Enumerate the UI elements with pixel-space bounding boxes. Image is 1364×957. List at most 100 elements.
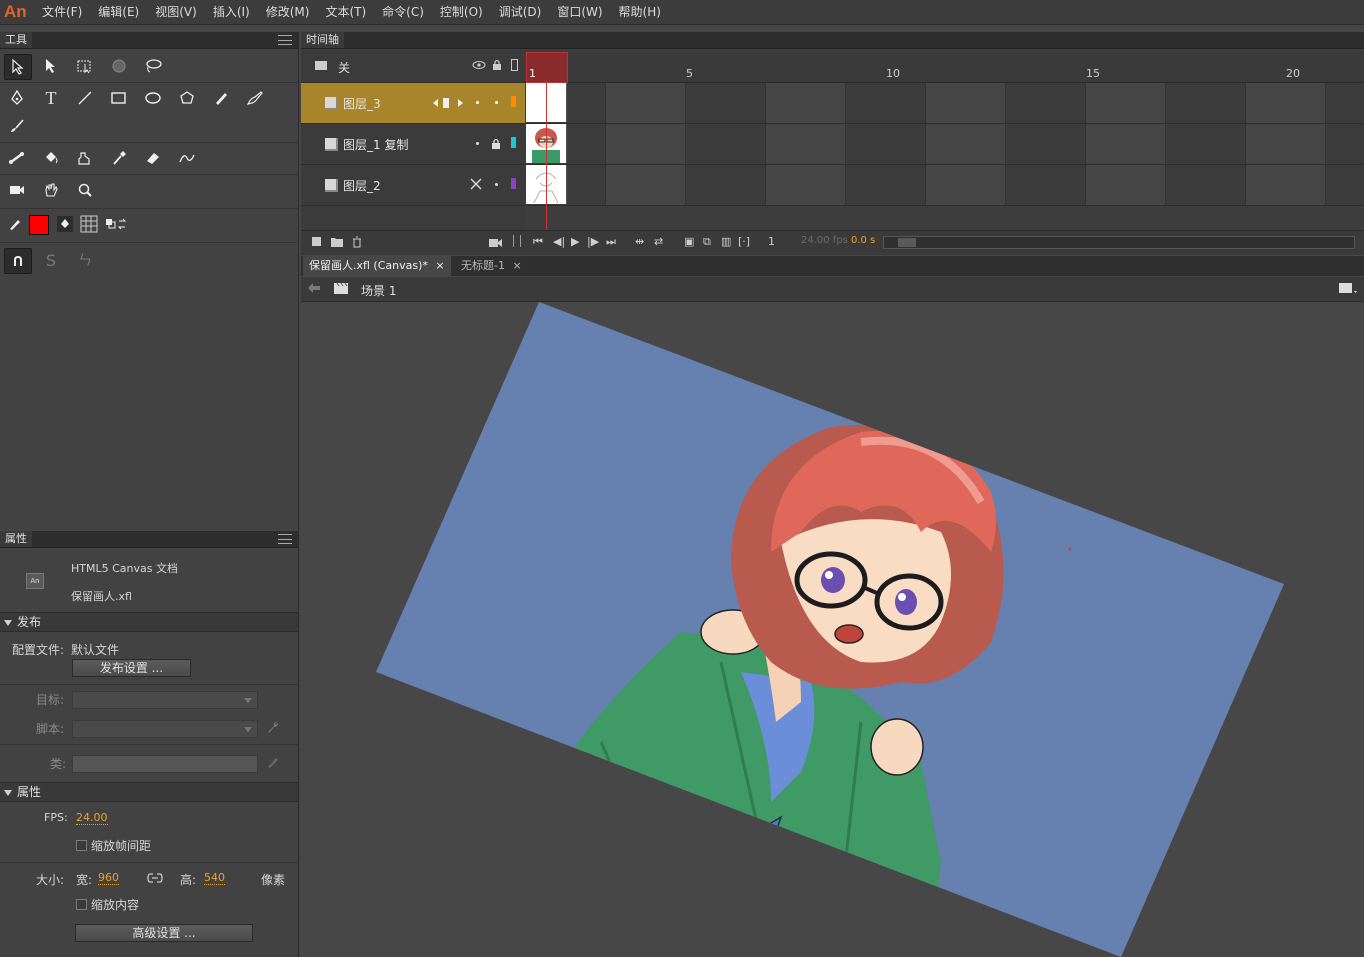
advanced-settings-button[interactable]: 高级设置 ... <box>75 924 253 942</box>
properties-section-header[interactable]: 属性 <box>0 782 298 802</box>
subselection-tool-icon[interactable] <box>38 54 64 78</box>
paint-brush-tool-icon[interactable] <box>242 86 268 110</box>
frame-rate[interactable]: 24.00 fps <box>801 235 848 246</box>
scale-content-checkbox[interactable] <box>76 899 87 910</box>
modify-onion-markers-icon[interactable]: [·] <box>738 235 750 248</box>
frame-row[interactable] <box>526 124 1364 165</box>
elapsed-time[interactable]: 0.0 s <box>851 235 875 246</box>
menu-window[interactable]: 窗口(W) <box>549 0 610 24</box>
current-frame[interactable]: 1 <box>768 235 775 248</box>
layer-color-tag[interactable] <box>511 137 516 148</box>
polystar-tool-icon[interactable] <box>174 86 200 110</box>
fill-color-swatch[interactable] <box>30 216 48 234</box>
eye-icon[interactable] <box>472 59 486 74</box>
ink-bottle-tool-icon[interactable] <box>72 146 98 170</box>
camera-icon[interactable] <box>489 237 503 251</box>
close-tab-icon[interactable]: × <box>435 259 444 272</box>
scrollbar-thumb[interactable] <box>898 238 916 247</box>
stroke-color-pencil-icon[interactable] <box>2 212 28 236</box>
menu-view[interactable]: 视图(V) <box>147 0 205 24</box>
menu-modify[interactable]: 修改(M) <box>258 0 318 24</box>
back-arrow-icon[interactable] <box>307 282 321 297</box>
pen-tool-icon[interactable] <box>4 86 30 110</box>
lock-dot[interactable] <box>495 101 498 104</box>
3d-rotation-tool-icon[interactable] <box>106 54 132 78</box>
loop-icon[interactable]: ⇄ <box>654 235 663 248</box>
onion-skin-icon[interactable]: ▣ <box>684 235 694 248</box>
selection-tool-icon[interactable] <box>4 54 32 80</box>
delete-layer-icon[interactable] <box>351 236 363 251</box>
menu-insert[interactable]: 插入(I) <box>205 0 258 24</box>
publish-settings-button[interactable]: 发布设置 ... <box>72 659 191 677</box>
menu-debug[interactable]: 调试(D) <box>491 0 550 24</box>
go-to-first-frame-icon[interactable]: ⏮ <box>533 235 543 249</box>
panel-menu-icon[interactable] <box>278 35 292 45</box>
frames-area[interactable]: 1 5 10 15 20 <box>526 52 1364 230</box>
menu-edit[interactable]: 编辑(E) <box>90 0 147 24</box>
lasso-tool-icon[interactable] <box>140 54 166 78</box>
panel-menu-icon[interactable] <box>278 534 292 544</box>
lock-dot[interactable] <box>495 183 498 186</box>
edit-multiple-frames-icon[interactable]: ▥ <box>721 235 731 248</box>
menu-file[interactable]: 文件(F) <box>34 0 90 24</box>
new-folder-icon[interactable] <box>330 236 344 251</box>
frame-row[interactable] <box>526 165 1364 206</box>
brush-tool-icon[interactable] <box>4 114 30 138</box>
frame-row[interactable] <box>526 83 1364 124</box>
stage-canvas[interactable] <box>301 302 1364 957</box>
step-back-icon[interactable]: ◀| <box>553 235 565 248</box>
frame-ruler[interactable]: 1 5 10 15 20 <box>526 52 1364 83</box>
no-color-icon[interactable] <box>76 212 102 236</box>
hidden-layer-x-icon[interactable] <box>469 177 483 194</box>
target-dropdown[interactable] <box>72 691 258 709</box>
fps-value[interactable]: 24.00 <box>76 811 108 825</box>
layer-name[interactable]: 图层_3 <box>343 95 381 112</box>
lock-icon[interactable] <box>491 58 503 74</box>
text-tool-icon[interactable]: T <box>38 86 64 110</box>
layer-name[interactable]: 图层_2 <box>343 177 381 194</box>
oval-tool-icon[interactable] <box>140 86 166 110</box>
class-input[interactable] <box>72 755 258 773</box>
link-dimensions-icon[interactable] <box>147 871 163 888</box>
center-frame-icon[interactable]: ⇹ <box>635 235 644 248</box>
height-value[interactable]: 540 <box>204 871 225 885</box>
layer-row[interactable]: 图层_3 <box>301 83 525 124</box>
paint-bucket-tool-icon[interactable] <box>38 146 64 170</box>
free-transform-tool-icon[interactable] <box>72 54 98 78</box>
straighten-icon[interactable]: ㄣ <box>72 248 98 272</box>
layer-name[interactable]: 图层_1 复制 <box>343 136 408 153</box>
bone-tool-icon[interactable] <box>4 146 30 170</box>
close-tab-icon[interactable]: × <box>512 259 521 272</box>
fill-bucket-icon[interactable] <box>52 212 78 236</box>
pencil-tool-icon[interactable] <box>208 86 234 110</box>
zoom-tool-icon[interactable] <box>72 178 98 202</box>
line-tool-icon[interactable] <box>72 86 98 110</box>
new-layer-icon[interactable] <box>311 236 323 251</box>
go-to-last-frame-icon[interactable]: ⏭ <box>606 235 616 249</box>
layer-row[interactable]: 图层_2 <box>301 165 525 206</box>
edit-class-pencil-icon[interactable] <box>266 755 280 772</box>
visibility-dot[interactable] <box>476 142 479 145</box>
menu-text[interactable]: 文本(T) <box>317 0 374 24</box>
script-dropdown[interactable] <box>72 720 258 738</box>
width-value[interactable]: 960 <box>98 871 119 885</box>
scale-spans-checkbox[interactable] <box>76 840 87 851</box>
layer-row[interactable]: 图层_1 复制 <box>301 124 525 165</box>
edit-scene-icon[interactable] <box>1338 281 1358 298</box>
stroke-color-swatch[interactable] <box>29 215 49 235</box>
rectangle-tool-icon[interactable] <box>106 86 132 110</box>
timeline-scrollbar[interactable] <box>883 236 1355 249</box>
document-tab[interactable]: 无标题-1 × <box>455 256 528 276</box>
snap-to-objects-icon[interactable] <box>4 248 32 274</box>
play-icon[interactable]: ▶ <box>571 235 579 248</box>
visibility-dot[interactable] <box>476 101 479 104</box>
menu-help[interactable]: 帮助(H) <box>611 0 669 24</box>
layer-color-tag[interactable] <box>511 178 516 189</box>
swap-colors-icon[interactable] <box>104 212 130 236</box>
menu-control[interactable]: 控制(O) <box>432 0 491 24</box>
lock-icon[interactable] <box>490 137 502 153</box>
publish-section-header[interactable]: 发布 <box>0 612 298 632</box>
wrench-icon[interactable] <box>266 720 280 738</box>
scene-name[interactable]: 场景 1 <box>361 282 396 299</box>
eyedropper-tool-icon[interactable] <box>106 146 132 170</box>
